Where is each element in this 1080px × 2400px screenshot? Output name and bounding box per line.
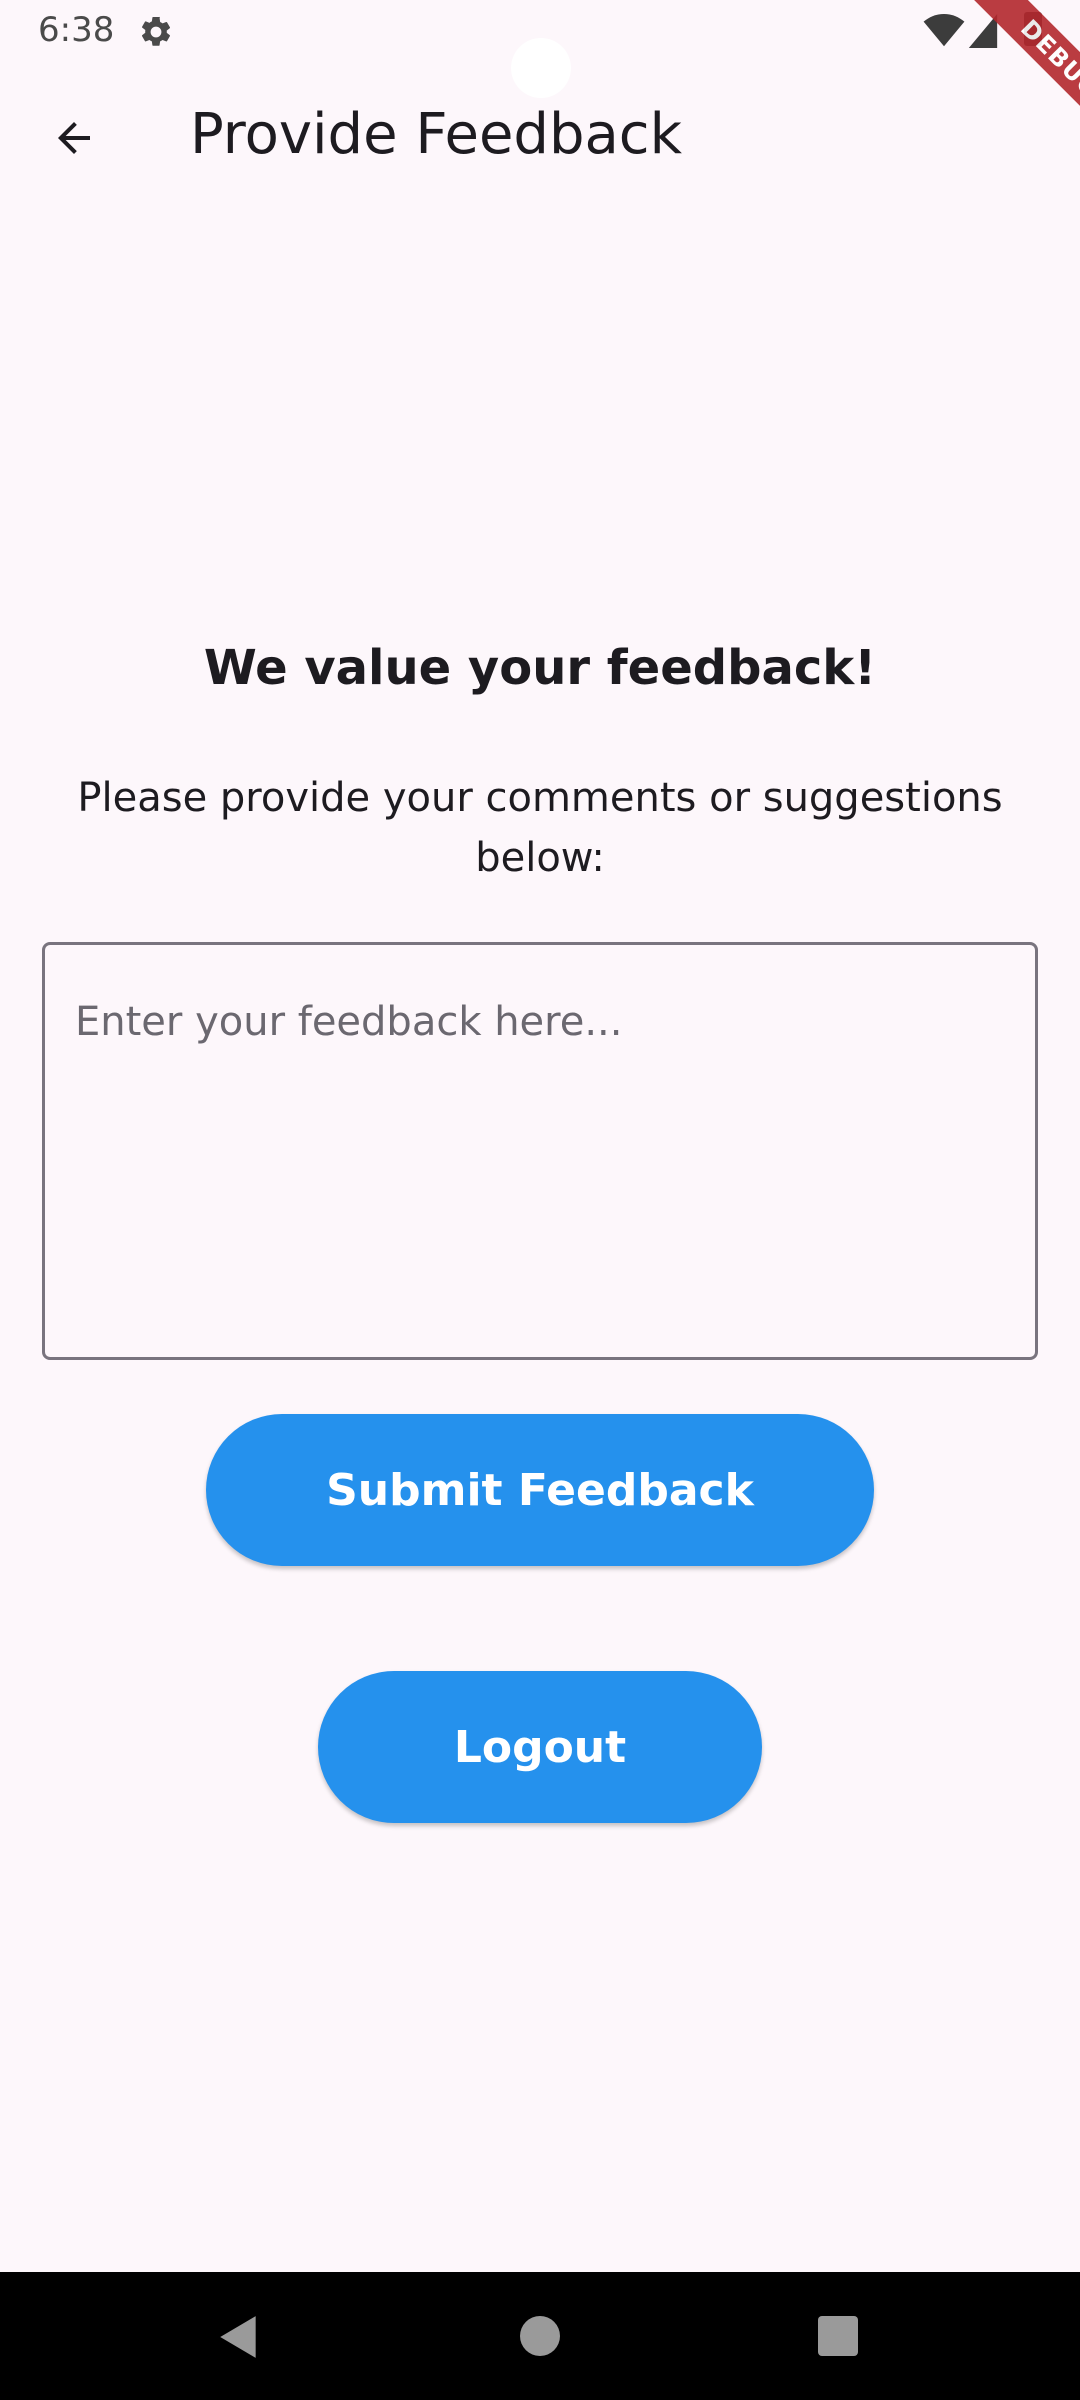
back-button[interactable]: [34, 98, 114, 178]
system-nav-bar: [0, 2272, 1080, 2400]
logout-button[interactable]: Logout: [318, 1671, 762, 1823]
wifi-icon: [923, 14, 965, 47]
status-bar: 6:38: [0, 0, 1080, 98]
feedback-input[interactable]: [42, 942, 1038, 1360]
page-title: Provide Feedback: [190, 102, 683, 167]
status-time: 6:38: [38, 10, 115, 50]
nav-back-icon[interactable]: [214, 2312, 264, 2362]
nav-recents-icon[interactable]: [818, 2316, 858, 2356]
gear-icon: [141, 16, 171, 46]
feedback-instructions: Please provide your comments or suggesti…: [77, 775, 1003, 881]
feedback-headline: We value your feedback!: [203, 640, 877, 696]
app-bar: Provide Feedback: [0, 64, 1080, 210]
arrow-back-icon: [58, 122, 90, 154]
nav-home-icon[interactable]: [520, 2316, 560, 2356]
submit-feedback-button[interactable]: Submit Feedback: [206, 1414, 874, 1566]
